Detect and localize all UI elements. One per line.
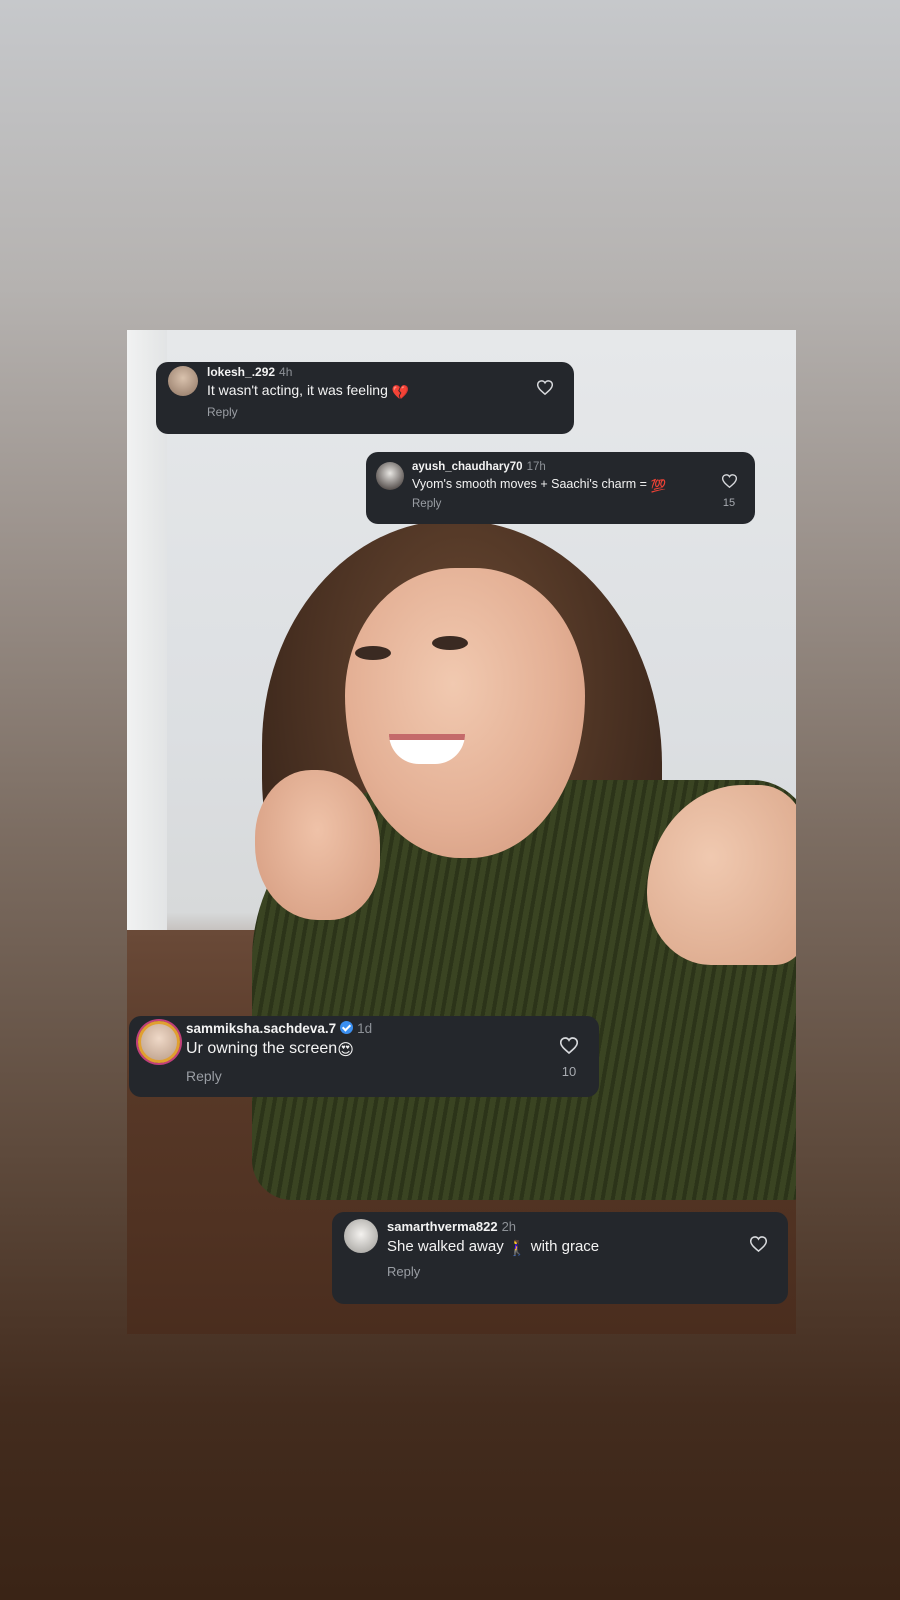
comment-username[interactable]: samarthverma822 2h bbox=[387, 1219, 516, 1234]
comment-card: sammiksha.sachdeva.7 1d Ur owning the scr… bbox=[129, 1016, 599, 1097]
comment-card: samarthverma822 2h She walked away 🚶‍♀️ w… bbox=[332, 1212, 788, 1304]
comment-time: 2h bbox=[501, 1219, 517, 1234]
username-label[interactable]: ayush_chaudhary70 bbox=[412, 461, 523, 473]
photo-hand bbox=[255, 770, 380, 920]
broken-heart-emoji: 💔 bbox=[391, 384, 410, 400]
story-canvas: lokesh_.292 4h It wasn't acting, it was f… bbox=[0, 0, 900, 1600]
reply-button[interactable]: Reply bbox=[387, 1264, 420, 1279]
reply-button[interactable]: Reply bbox=[412, 498, 441, 510]
comment-username[interactable]: lokesh_.292 4h bbox=[207, 365, 292, 379]
comment-text-label: Vyom's smooth moves + Saachi's charm = bbox=[412, 477, 647, 491]
comment-time: 4h bbox=[279, 365, 293, 379]
avatar[interactable] bbox=[344, 1219, 378, 1253]
heart-icon[interactable] bbox=[537, 380, 553, 395]
comment-username[interactable]: ayush_chaudhary70 17h bbox=[412, 461, 546, 473]
comment-text: It wasn't acting, it was feeling 💔 bbox=[207, 382, 409, 401]
heart-icon[interactable] bbox=[560, 1037, 578, 1054]
comment-text: She walked away 🚶‍♀️ with grace bbox=[387, 1238, 599, 1257]
photo-eye-right bbox=[432, 636, 468, 650]
hundred-emoji: 💯 bbox=[650, 479, 667, 493]
username-label[interactable]: sammiksha.sachdeva.7 bbox=[186, 1021, 336, 1036]
heart-icon[interactable] bbox=[722, 474, 737, 488]
reply-button[interactable]: Reply bbox=[186, 1068, 222, 1084]
comment-card: ayush_chaudhary70 17h Vyom's smooth moves… bbox=[366, 452, 755, 524]
comment-card: lokesh_.292 4h It wasn't acting, it was f… bbox=[156, 362, 574, 434]
heart-icon[interactable] bbox=[750, 1236, 767, 1252]
comment-text-label: with grace bbox=[530, 1238, 600, 1255]
avatar[interactable] bbox=[168, 366, 198, 396]
photo-eye-left bbox=[355, 646, 391, 660]
comment-text: Vyom's smooth moves + Saachi's charm = 💯 bbox=[412, 477, 666, 494]
like-count: 10 bbox=[561, 1064, 577, 1079]
comment-text-label: She walked away bbox=[387, 1238, 504, 1255]
reply-button[interactable]: Reply bbox=[207, 405, 238, 419]
comment-text: Ur owning the screen😍 bbox=[186, 1040, 354, 1060]
comment-text-label: It wasn't acting, it was feeling bbox=[207, 382, 388, 398]
heart-eyes-emoji: 😍 bbox=[337, 1042, 354, 1059]
username-label[interactable]: samarthverma822 bbox=[387, 1219, 498, 1234]
walking-woman-emoji: 🚶‍♀️ bbox=[507, 1240, 527, 1257]
comment-time: 1d bbox=[357, 1021, 373, 1036]
comment-time: 17h bbox=[526, 461, 546, 473]
like-count: 15 bbox=[722, 497, 736, 509]
username-label[interactable]: lokesh_.292 bbox=[207, 365, 275, 379]
verified-icon bbox=[340, 1021, 354, 1034]
comment-username[interactable]: sammiksha.sachdeva.7 1d bbox=[186, 1021, 372, 1036]
avatar[interactable] bbox=[376, 462, 404, 490]
avatar[interactable] bbox=[138, 1021, 180, 1063]
comment-text-label: Ur owning the screen bbox=[186, 1040, 338, 1057]
